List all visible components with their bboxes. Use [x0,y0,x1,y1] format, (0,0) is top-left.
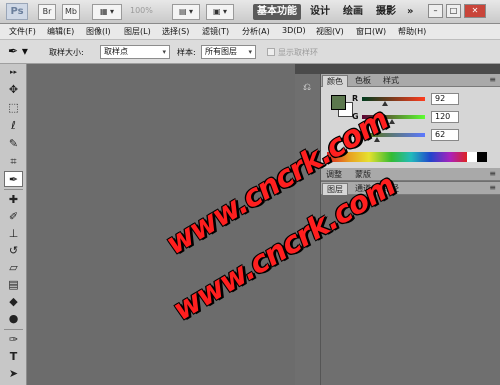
minimize-button[interactable]: – [428,4,443,18]
adjustments-panel-tabs: 调整 蒙版 ≡ [321,168,500,181]
workspace-photography[interactable]: 摄影 [376,4,396,20]
chevron-down-icon: ▾ [162,48,166,56]
title-bar: Ps Br Mb ▦ ▾ 100% ▤ ▾ ▣ ▾ 基本功能 设计 绘画 摄影 … [0,0,500,24]
close-button[interactable]: ✕ [464,4,486,18]
zoom-level[interactable]: 100% [130,6,153,15]
arrange-documents-button[interactable]: ▤ ▾ [172,4,200,20]
mini-bridge-button[interactable]: Mb [62,4,80,20]
show-sampling-ring-checkbox[interactable] [267,48,275,56]
menu-window[interactable]: 窗口(W) [356,26,386,37]
toolbar-divider [4,329,23,330]
red-slider-thumb[interactable] [381,101,388,106]
move-tool-icon[interactable]: ✥ [4,82,23,98]
sample-size-label: 取样大小: [49,48,84,57]
menu-view[interactable]: 视图(V) [316,26,344,37]
screen-mode-icon: ▣ ▾ [212,7,228,16]
crop-tool-icon[interactable]: ⌗ [4,154,23,170]
menu-3d[interactable]: 3D(D) [282,26,306,35]
menu-help[interactable]: 帮助(H) [398,26,426,37]
maximize-icon: □ [449,6,458,15]
document-canvas-area[interactable] [28,64,295,385]
clone-stamp-tool-icon[interactable]: ⊥ [4,226,23,242]
red-value-field[interactable]: 92 [431,93,459,105]
options-bar: ✒ ▾ 取样大小: 取样点 ▾ 样本: 所有图层 ▾ 显示取样环 [0,40,500,64]
history-panel-icon[interactable]: ⎌ [300,82,314,96]
eraser-tool-icon[interactable]: ▱ [4,260,23,276]
brush-tool-icon[interactable]: ✐ [4,209,23,225]
blur-tool-icon[interactable]: ◆ [4,294,23,310]
tab-color[interactable]: 颜色 [322,75,348,87]
panel-menu-icon[interactable]: ≡ [489,75,496,84]
adjustments-panel: 调整 蒙版 ≡ [321,168,500,182]
red-channel-label: R [352,94,359,103]
bridge-button[interactable]: Br [38,4,56,20]
menu-analysis[interactable]: 分析(A) [242,26,270,37]
workspace-essentials[interactable]: 基本功能 [253,4,301,20]
panel-dock-header [295,64,500,74]
workspace-painting[interactable]: 绘画 [343,4,363,20]
foreground-color-swatch[interactable] [331,95,346,110]
dodge-tool-icon[interactable]: ● [4,311,23,327]
sample-size-value: 取样点 [104,47,128,56]
view-extras-button[interactable]: ▦ ▾ [92,4,122,20]
toolbar-divider [4,189,23,190]
color-panel-tabs: 颜色 色板 样式 ≡ [321,74,500,87]
sample-layers-select[interactable]: 所有图层 ▾ [201,45,256,59]
tools-panel: ▸▸ ✥ ⬚ ℓ ✎ ⌗ ✒ ✚ ✐ ⊥ ↺ ▱ ▤ ◆ ● ✑ T ➤ [0,64,27,385]
blue-value-field[interactable]: 62 [431,129,459,141]
show-sampling-ring-label: 显示取样环 [278,48,318,57]
workspace-overflow[interactable]: » [407,4,413,20]
menu-image[interactable]: 图像(I) [86,26,111,37]
close-icon: ✕ [471,6,479,15]
lasso-tool-icon[interactable]: ℓ [4,118,23,134]
menu-file[interactable]: 文件(F) [9,26,36,37]
menu-bar: 文件(F) 编辑(E) 图像(I) 图层(L) 选择(S) 滤镜(T) 分析(A… [0,24,500,40]
pen-tool-icon[interactable]: ✑ [4,332,23,348]
photoshop-logo: Ps [6,3,28,20]
black-white-ramp[interactable] [467,152,487,162]
healing-brush-tool-icon[interactable]: ✚ [4,192,23,208]
chevron-down-icon: ▾ [248,48,252,56]
panel-menu-icon[interactable]: ≡ [489,169,496,178]
history-brush-tool-icon[interactable]: ↺ [4,243,23,259]
sample-size-select[interactable]: 取样点 ▾ [100,45,170,59]
tab-styles[interactable]: 样式 [379,75,403,86]
tab-swatches[interactable]: 色板 [351,75,375,86]
green-value-field[interactable]: 120 [431,111,459,123]
type-tool-icon[interactable]: T [4,349,23,365]
eyedropper-tool-icon[interactable]: ✒ [4,171,23,187]
gradient-tool-icon[interactable]: ▤ [4,277,23,293]
sample-layers-value: 所有图层 [205,47,237,56]
workspace-design[interactable]: 设计 [310,4,330,20]
sample-label: 样本: [177,48,196,57]
menu-edit[interactable]: 编辑(E) [47,26,74,37]
panel-menu-icon[interactable]: ≡ [489,183,496,192]
red-slider[interactable] [362,97,425,101]
collapse-toolbar-icon[interactable]: ▸▸ [4,68,23,76]
screen-mode-button[interactable]: ▣ ▾ [206,4,234,20]
maximize-button[interactable]: □ [446,4,461,18]
menu-layer[interactable]: 图层(L) [124,26,151,37]
view-extras-icon: ▦ ▾ [99,7,115,16]
marquee-tool-icon[interactable]: ⬚ [4,100,23,116]
arrange-icon: ▤ ▾ [178,7,194,16]
quick-selection-tool-icon[interactable]: ✎ [4,136,23,152]
path-selection-tool-icon[interactable]: ➤ [4,366,23,382]
minimize-icon: – [433,6,438,15]
eyedropper-preset-icon[interactable]: ✒ ▾ [8,44,28,58]
menu-select[interactable]: 选择(S) [162,26,189,37]
menu-filter[interactable]: 滤镜(T) [202,26,229,37]
